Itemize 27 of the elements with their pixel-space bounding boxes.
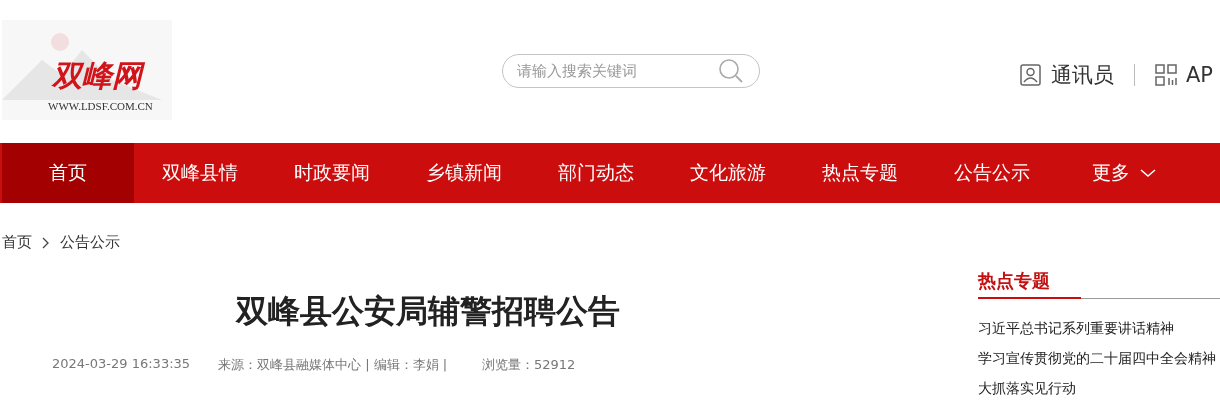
nav-tab[interactable]: 首页 (2, 143, 134, 203)
topic-link[interactable]: 大抓落实见行动 (978, 379, 1220, 397)
topic-link[interactable]: 学习宣传贯彻党的二十届四中全会精神 (978, 349, 1220, 367)
nav-tab[interactable]: 热点专题 (794, 143, 926, 203)
nav-tab[interactable]: 更多 (1058, 143, 1190, 203)
reporter-link[interactable]: 通讯员 (1018, 60, 1114, 89)
nav-tab[interactable]: 公告公示 (926, 143, 1058, 203)
section-title: 热点专题 (978, 269, 1081, 299)
chevron-icon (42, 236, 50, 249)
source-info: 来源：双峰县融媒体中心 | 编辑：李娟 | (218, 356, 449, 374)
topic-link[interactable]: 习近平总书记系列重要讲话精神 (978, 319, 1220, 337)
site-logo[interactable]: 双峰网 WWW.LDSF.COM.CN (2, 19, 172, 120)
nav-tab[interactable]: 部门动态 (530, 143, 662, 203)
nav-tab[interactable]: 文化旅游 (662, 143, 794, 203)
article-title: 双峰县公安局辅警招聘公告 (234, 291, 621, 332)
breadcrumb-link[interactable]: 首页 (2, 233, 32, 252)
search-field[interactable]: 请输入搜索关键词 (502, 53, 760, 88)
qr-code-icon[interactable] (1155, 63, 1177, 86)
nav-tab[interactable]: 双峰县情 (134, 143, 266, 203)
publish-date: 2024-03-29 16:33:35 (52, 356, 192, 373)
id-card-icon[interactable] (1018, 62, 1042, 87)
nav-tab[interactable]: 乡镇新闻 (398, 143, 530, 203)
breadcrumb-link[interactable]: 公告公示 (60, 233, 120, 252)
app-link[interactable]: AP (1155, 62, 1214, 87)
nav-tab[interactable]: 时政要闻 (266, 143, 398, 203)
logo-url: WWW.LDSF.COM.CN (48, 99, 153, 112)
view-count: 浏览量：52912 (482, 356, 576, 374)
